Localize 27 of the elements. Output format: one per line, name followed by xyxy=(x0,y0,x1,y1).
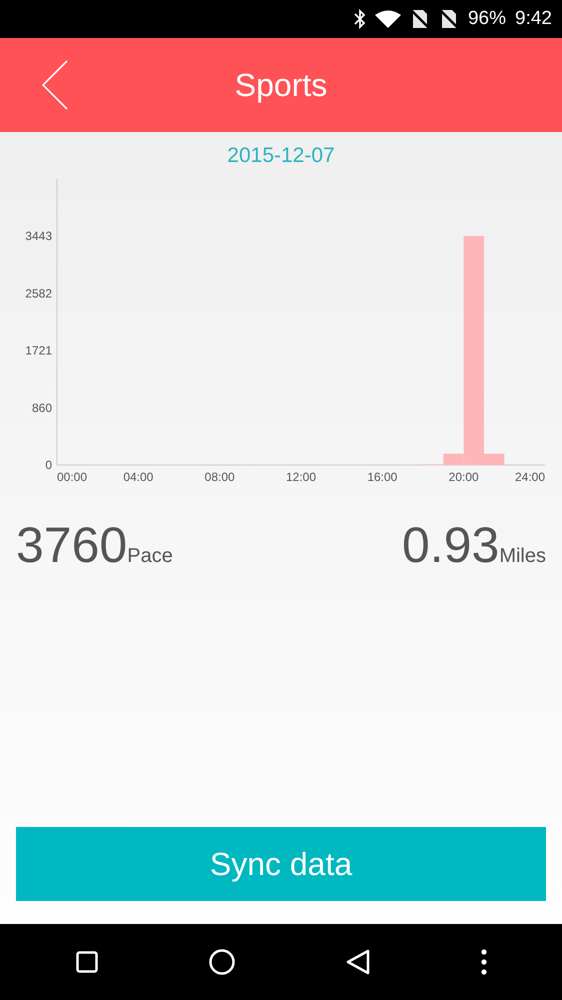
date-label: 2015-12-07 xyxy=(226,144,336,168)
bluetooth-icon xyxy=(354,9,366,29)
stat-unit: Pace xyxy=(127,545,173,568)
recents-icon[interactable] xyxy=(76,951,98,973)
y-tick-label: 3443 xyxy=(25,229,52,243)
y-tick-label: 860 xyxy=(32,400,52,415)
x-tick-label: 08:00 xyxy=(204,470,235,484)
x-tick-label: 20:00 xyxy=(448,470,479,484)
sync-button[interactable]: Sync data xyxy=(16,827,546,901)
clock: 9:42 xyxy=(515,8,552,30)
more-icon[interactable] xyxy=(480,949,486,975)
home-icon[interactable] xyxy=(208,949,234,975)
wifi-icon xyxy=(374,10,401,28)
x-tick-label: 16:00 xyxy=(367,470,398,484)
page-title: Sports xyxy=(234,66,328,104)
y-tick-label: 2582 xyxy=(25,286,52,300)
stat-value: 0.93 xyxy=(402,516,500,574)
stat-unit: Miles xyxy=(499,545,546,568)
x-tick-label: 04:00 xyxy=(123,470,154,484)
stat-value: 3760 xyxy=(16,516,128,574)
y-tick-label: 1721 xyxy=(25,344,52,358)
battery-level: 96% xyxy=(468,8,506,30)
x-tick-label: 12:00 xyxy=(286,470,316,484)
back-icon[interactable] xyxy=(346,949,370,975)
x-tick-label: 24:00 xyxy=(514,470,546,484)
x-tick-label: 00:00 xyxy=(56,470,88,484)
y-tick-label: 0 xyxy=(45,458,52,472)
